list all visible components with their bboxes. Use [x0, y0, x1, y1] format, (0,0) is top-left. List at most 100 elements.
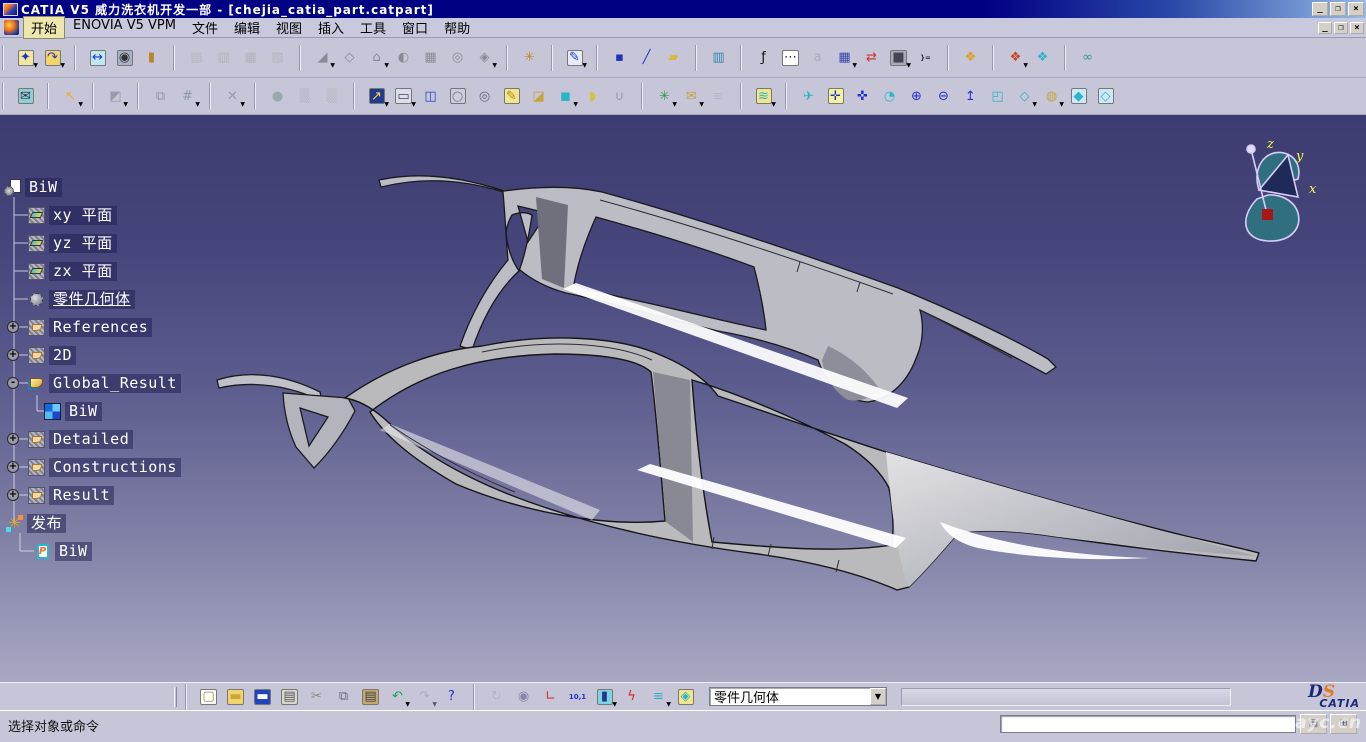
publications-icon[interactable]: ✳ — [6, 515, 23, 532]
exchange-x-icon[interactable]: ✕▼ — [219, 83, 246, 110]
part-root-icon[interactable] — [4, 179, 21, 196]
catalog-a-icon[interactable]: ▤ — [183, 44, 210, 71]
fly-mode-icon[interactable]: ✈ — [795, 83, 822, 110]
open-document-icon[interactable]: ▬ — [222, 683, 249, 710]
car-frame-far[interactable] — [379, 176, 1056, 408]
doc-minimize-button[interactable]: _ — [1318, 22, 1332, 34]
open-catalog-icon[interactable]: ▥ — [705, 44, 732, 71]
spray-gray-icon[interactable]: ▒ — [291, 83, 318, 110]
surface-pencil-icon[interactable]: ✎ — [498, 83, 525, 110]
design-table-icon[interactable]: ▦▼ — [831, 44, 858, 71]
cut-icon[interactable]: ✂ — [303, 683, 330, 710]
copy-icon[interactable]: ⧉ — [330, 683, 357, 710]
menu-窗口[interactable]: 窗口 — [394, 16, 436, 39]
menu-视图[interactable]: 视图 — [268, 16, 310, 39]
sphere-gray-icon[interactable]: ● — [264, 83, 291, 110]
whats-this-help-icon[interactable]: ? — [438, 683, 465, 710]
car-frame-near[interactable] — [217, 338, 1259, 590]
tree-expander-2D[interactable]: + — [7, 349, 19, 361]
select-cursor-icon[interactable]: ↖▼ — [57, 83, 84, 110]
catalog-d-icon[interactable]: ▧ — [264, 44, 291, 71]
u-clamp-icon[interactable]: ∪ — [606, 83, 633, 110]
status-button-2[interactable]: ⊞ — [1330, 714, 1357, 734]
work-grid-icon[interactable]: #▼ — [174, 83, 201, 110]
tree-item-BiW[interactable]: BiW — [65, 402, 102, 421]
axis-system-icon[interactable]: ↗▼ — [363, 83, 390, 110]
check-equivalence-icon[interactable]: }= — [912, 44, 939, 71]
compass-base[interactable] — [1262, 209, 1273, 220]
list-gear-icon[interactable]: ≡ — [705, 83, 732, 110]
refresh-icon[interactable]: ↻ — [483, 683, 510, 710]
geoset-hidden-icon[interactable] — [28, 319, 45, 336]
measure-icon[interactable]: ↔ — [84, 44, 111, 71]
line-icon[interactable]: ╱ — [633, 44, 660, 71]
tree-expander-Constructions[interactable]: + — [7, 461, 19, 473]
menu-ENOVIA V5 VPM[interactable]: ENOVIA V5 VPM — [65, 16, 184, 39]
tree-expander-Result[interactable]: + — [7, 489, 19, 501]
part-scan-icon[interactable]: ▮▼ — [591, 683, 618, 710]
render-camera-icon[interactable]: ◉ — [111, 44, 138, 71]
pub-part-icon[interactable]: P — [34, 543, 51, 560]
surface-bend-icon[interactable]: ◐ — [390, 44, 417, 71]
working-object-combo[interactable]: 零件几何体 ▼ — [709, 687, 887, 706]
power-input-field[interactable] — [1000, 715, 1296, 733]
comment-bubble-icon[interactable]: ⋯ — [777, 44, 804, 71]
menu-编辑[interactable]: 编辑 — [226, 16, 268, 39]
viewport-3d[interactable]: BiWxy 平面yz 平面zx 平面零件几何体+References+2D-Gl… — [0, 115, 1366, 682]
print-icon[interactable]: ▤ — [276, 683, 303, 710]
doc-restore-button[interactable]: ❐ — [1334, 22, 1348, 34]
catalog-b-icon[interactable]: ▥ — [210, 44, 237, 71]
settings-gear-icon[interactable]: ✳ — [516, 44, 543, 71]
tree-item-BiW[interactable]: BiW — [55, 542, 92, 561]
result-mosaic-icon[interactable] — [44, 403, 61, 420]
tree-expander-References[interactable]: + — [7, 321, 19, 333]
tree-item-zx 平面[interactable]: zx 平面 — [49, 262, 117, 281]
menu-帮助[interactable]: 帮助 — [436, 16, 478, 39]
normal-view-icon[interactable]: ↥ — [957, 83, 984, 110]
tree-item-yz 平面[interactable]: yz 平面 — [49, 234, 117, 253]
tree-item-BiW[interactable]: BiW — [25, 178, 62, 197]
split-view-icon[interactable]: ◫ — [417, 83, 444, 110]
view-right-icon[interactable]: ◇ — [1092, 83, 1119, 110]
link-balls-icon[interactable]: ∞ — [1074, 44, 1101, 71]
new-from-icon[interactable]: ✦▼ — [12, 44, 39, 71]
save-icon[interactable]: ▬ — [249, 683, 276, 710]
partbody-icon[interactable] — [28, 291, 45, 308]
tree-item-Detailed[interactable]: Detailed — [49, 430, 133, 449]
surface-arc-icon[interactable]: ◗ — [579, 83, 606, 110]
fit-all-in-icon[interactable]: ✛ — [822, 83, 849, 110]
tree-item-xy 平面[interactable]: xy 平面 — [49, 206, 117, 225]
geometry-check-icon[interactable]: ◩▼ — [102, 83, 129, 110]
tree-item-Constructions[interactable]: Constructions — [49, 458, 181, 477]
new-document-icon[interactable]: ▢ — [195, 683, 222, 710]
close-button[interactable]: × — [1348, 2, 1364, 16]
geoset-hidden-icon[interactable] — [28, 459, 45, 476]
view-left-icon[interactable]: ◆ — [1065, 83, 1092, 110]
surface-face-icon[interactable]: ◇ — [336, 44, 363, 71]
globe-rotate-icon[interactable]: ◉ — [510, 683, 537, 710]
surface-corner-icon[interactable]: ◢▼ — [309, 44, 336, 71]
tree-item-发布[interactable]: 发布 — [27, 514, 66, 533]
geoset-hidden-icon[interactable] — [28, 431, 45, 448]
tree-expander-Detailed[interactable]: + — [7, 433, 19, 445]
geoset-open-icon[interactable] — [28, 375, 45, 392]
undo-icon[interactable]: ↶▼ — [384, 683, 411, 710]
cube-teal-icon[interactable]: ◼▼ — [552, 83, 579, 110]
lock-icon[interactable]: ■▼ — [885, 44, 912, 71]
list-edit-icon[interactable]: ≡▼ — [645, 683, 672, 710]
pan-icon[interactable]: ✜ — [849, 83, 876, 110]
document-icon[interactable] — [4, 20, 19, 35]
open-from-icon[interactable]: ↷▼ — [39, 44, 66, 71]
axis-tripod-icon[interactable]: ∟ — [537, 683, 564, 710]
target-circle-icon[interactable]: ◎ — [444, 44, 471, 71]
surfaces-book-icon[interactable]: ◈ — [672, 683, 699, 710]
surface-unfold-icon[interactable]: ▦ — [417, 44, 444, 71]
menu-开始[interactable]: 开始 — [23, 16, 65, 39]
render-style-icon[interactable]: ◍▼ — [1038, 83, 1065, 110]
tree-expander-Global_Result[interactable]: - — [7, 377, 19, 389]
gears-green-icon[interactable]: ✳▼ — [651, 83, 678, 110]
quad-view-icon[interactable]: ◰ — [984, 83, 1011, 110]
rotate-view-icon[interactable]: ◔ — [876, 83, 903, 110]
tree-item-Global_Result[interactable]: Global_Result — [49, 374, 181, 393]
geoset-hidden-icon[interactable] — [28, 347, 45, 364]
